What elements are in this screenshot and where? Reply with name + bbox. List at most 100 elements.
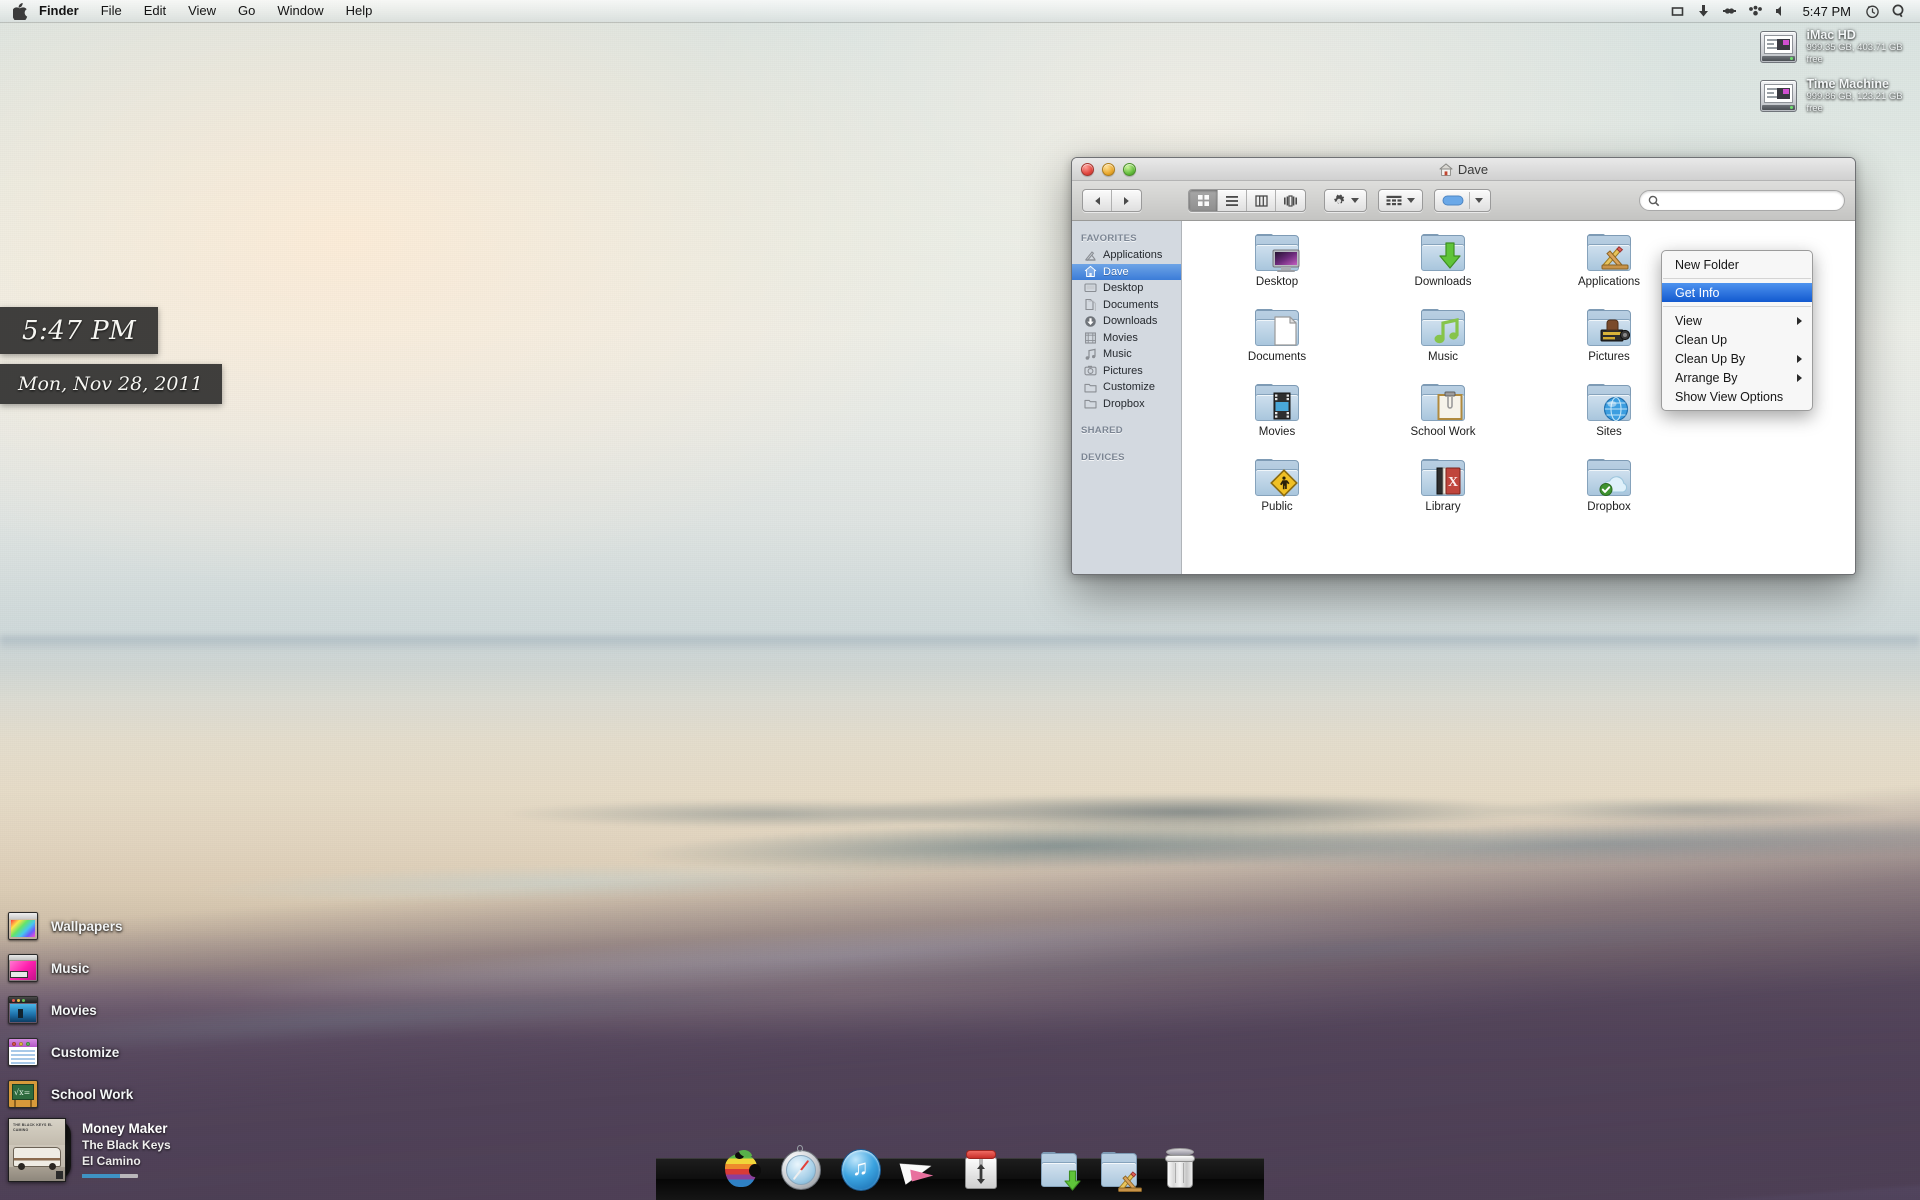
- submenu-arrow-icon: [1797, 316, 1802, 325]
- volume-icon[interactable]: [1769, 5, 1795, 17]
- now-playing-progress-bar[interactable]: [82, 1174, 138, 1178]
- sidebar-item-pictures[interactable]: Pictures: [1072, 363, 1181, 380]
- hard-drive-icon: [1760, 80, 1798, 112]
- sidebar-item-desktop[interactable]: Desktop: [1072, 280, 1181, 297]
- file-label: Documents: [1247, 351, 1307, 363]
- menu-item-help[interactable]: Help: [335, 0, 384, 22]
- finder-titlebar[interactable]: Dave: [1072, 158, 1855, 181]
- display-mirror-icon[interactable]: [1665, 5, 1691, 18]
- sidebar-item-label: Documents: [1103, 298, 1159, 311]
- icon-view-button[interactable]: [1189, 190, 1218, 211]
- bluetooth-icon[interactable]: [1717, 5, 1743, 17]
- column-view-button[interactable]: [1247, 190, 1276, 211]
- music-app-icon: [8, 954, 38, 982]
- file-label: Applications: [1577, 276, 1640, 288]
- nav-button-group: [1082, 189, 1142, 212]
- sidebar-item-dropbox[interactable]: Dropbox: [1072, 396, 1181, 413]
- context-menu-label: Clean Up By: [1675, 351, 1746, 366]
- pictures-icon: [1084, 364, 1097, 377]
- file-item-public[interactable]: Public: [1194, 456, 1360, 531]
- finder-toolbar: [1072, 181, 1855, 221]
- menu-item-go[interactable]: Go: [227, 0, 266, 22]
- dock-item-apple-retro-logo[interactable]: [715, 1144, 767, 1196]
- documents-folder-icon: [1253, 306, 1301, 348]
- sidebar-item-movies[interactable]: Movies: [1072, 330, 1181, 347]
- dock-item-applications-stack[interactable]: [1093, 1144, 1145, 1196]
- movie-window-icon: [8, 996, 38, 1024]
- album-art-text: THE BLACK KEYS EL CAMINO: [13, 1123, 53, 1132]
- context-menu-item-show-view-options[interactable]: Show View Options: [1662, 387, 1812, 406]
- desktop-drive-imac-hd[interactable]: iMac HD 999.35 GB, 403.71 GB free: [1760, 28, 1920, 66]
- action-gear-button[interactable]: [1324, 189, 1367, 212]
- sidebar-item-customize[interactable]: Customize: [1072, 379, 1181, 396]
- file-item-downloads[interactable]: Downloads: [1360, 231, 1526, 306]
- desktop-drive-time-machine[interactable]: Time Machine 999.86 GB, 123.21 GB free: [1760, 77, 1920, 115]
- sidebar-item-documents[interactable]: Documents: [1072, 297, 1181, 314]
- dock-item-safari[interactable]: [775, 1144, 827, 1196]
- arrange-grid-icon: [1386, 195, 1402, 206]
- context-menu-item-clean-up[interactable]: Clean Up: [1662, 330, 1812, 349]
- file-item-movies[interactable]: Movies: [1194, 381, 1360, 456]
- dock-item-trash[interactable]: [1153, 1144, 1205, 1196]
- now-playing-artist: The Black Keys: [82, 1138, 171, 1152]
- back-arrow-icon[interactable]: [1083, 190, 1112, 211]
- now-playing-album: El Camino: [82, 1154, 141, 1168]
- chevron-down-icon: [1407, 198, 1415, 203]
- dock-item-mail-plane[interactable]: [895, 1144, 947, 1196]
- time-machine-icon[interactable]: [1859, 4, 1885, 19]
- file-item-library[interactable]: X Library: [1360, 456, 1526, 531]
- clock-widget-time: 5:47 PM: [0, 307, 158, 354]
- menu-item-window[interactable]: Window: [266, 0, 334, 22]
- sidebar-item-label: Music: [1103, 348, 1132, 361]
- menu-item-edit[interactable]: Edit: [133, 0, 177, 22]
- menu-item-file[interactable]: File: [90, 0, 133, 22]
- context-menu-item-clean-up-by[interactable]: Clean Up By: [1662, 349, 1812, 368]
- sites-folder-icon: [1585, 381, 1633, 423]
- desktop-shortcut-customize[interactable]: Customize: [8, 1031, 133, 1073]
- file-item-music[interactable]: Music: [1360, 306, 1526, 381]
- file-label: Pictures: [1588, 351, 1630, 363]
- sidebar-item-dave[interactable]: Dave: [1072, 263, 1181, 280]
- context-menu-item-view[interactable]: View: [1662, 311, 1812, 330]
- spotlight-search-icon[interactable]: [1885, 4, 1911, 18]
- list-view-button[interactable]: [1218, 190, 1247, 211]
- file-item-dropbox[interactable]: Dropbox: [1526, 456, 1692, 531]
- dock-item-itunes[interactable]: ♫: [835, 1144, 887, 1196]
- download-arrow-icon[interactable]: [1691, 4, 1717, 18]
- context-menu: New Folder Get Info View Clean Up Clean …: [1661, 250, 1813, 411]
- menu-item-finder[interactable]: Finder: [39, 0, 90, 22]
- context-menu-item-new-folder[interactable]: New Folder: [1662, 255, 1812, 274]
- dropbox-icon[interactable]: [1743, 5, 1769, 18]
- context-menu-item-get-info[interactable]: Get Info: [1662, 283, 1812, 302]
- menu-item-view[interactable]: View: [177, 0, 227, 22]
- menu-bar-clock[interactable]: 5:47 PM: [1795, 4, 1859, 19]
- search-input[interactable]: [1666, 194, 1836, 207]
- forward-arrow-icon[interactable]: [1112, 190, 1141, 211]
- arrange-by-button[interactable]: [1378, 189, 1423, 212]
- applications-icon: [1084, 249, 1097, 262]
- desktop-shortcut-music[interactable]: Music: [8, 947, 133, 989]
- desktop-shortcut-movies[interactable]: Movies: [8, 989, 133, 1031]
- search-field[interactable]: [1639, 190, 1845, 211]
- apple-logo-icon[interactable]: [13, 2, 28, 20]
- context-menu-item-arrange-by[interactable]: Arrange By: [1662, 368, 1812, 387]
- sidebar-item-downloads[interactable]: Downloads: [1072, 313, 1181, 330]
- share-button[interactable]: [1434, 189, 1491, 212]
- sidebar-item-applications[interactable]: Applications: [1072, 247, 1181, 264]
- sidebar-item-music[interactable]: Music: [1072, 346, 1181, 363]
- file-item-documents[interactable]: Documents: [1194, 306, 1360, 381]
- dock-item-downloads-stack[interactable]: [1033, 1144, 1085, 1196]
- submenu-arrow-icon: [1797, 373, 1802, 382]
- context-menu-separator: [1663, 278, 1811, 279]
- desktop-clock-widget: 5:47 PM Mon, Nov 28, 2011: [0, 307, 222, 404]
- desktop-shortcut-wallpapers[interactable]: Wallpapers: [8, 905, 133, 947]
- desktop-shortcut-school-work[interactable]: √x= School Work: [8, 1073, 133, 1115]
- file-item-school-work[interactable]: School Work: [1360, 381, 1526, 456]
- svg-text:X: X: [1448, 475, 1458, 490]
- sidebar-item-label: Pictures: [1103, 364, 1143, 377]
- context-menu-label: New Folder: [1675, 257, 1739, 272]
- file-item-desktop[interactable]: Desktop: [1194, 231, 1360, 306]
- dock-item-transmit[interactable]: [955, 1144, 1007, 1196]
- sidebar-header-favorites: FAVORITES: [1081, 233, 1137, 244]
- coverflow-view-button[interactable]: [1276, 190, 1305, 211]
